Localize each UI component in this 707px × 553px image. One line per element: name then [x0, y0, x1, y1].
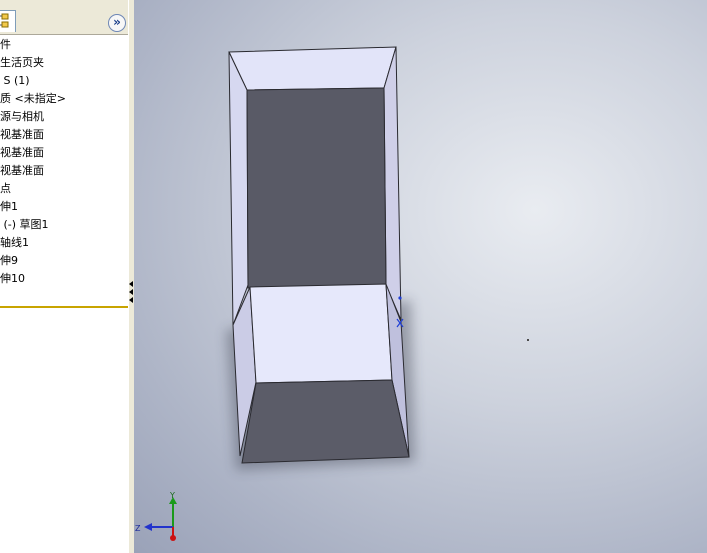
- collapse-arrow-icon[interactable]: [129, 289, 133, 295]
- tree-item[interactable]: 伸9: [0, 252, 128, 270]
- feature-tree: 件 生活页夹 S (1) 质 <未指定> 源与相机 视基准面 视基准面 视基准面…: [0, 36, 128, 288]
- inner-back-face: [246, 87, 387, 289]
- double-chevron-right-icon[interactable]: »: [108, 14, 126, 32]
- sketch-point[interactable]: [398, 296, 402, 300]
- tree-item[interactable]: 伸10: [0, 270, 128, 288]
- tree-item[interactable]: S (1): [0, 72, 128, 90]
- z-axis-arrow: [144, 523, 152, 531]
- rollback-bar[interactable]: [0, 306, 128, 308]
- tree-item[interactable]: 件: [0, 36, 128, 54]
- feature-manager-panel: » 件 生活页夹 S (1) 质 <未指定> 源与相机 视基准面 视基准面 视基…: [0, 0, 129, 553]
- tree-item[interactable]: 视基准面: [0, 126, 128, 144]
- collapse-arrow-icon[interactable]: [129, 297, 133, 303]
- tree-item[interactable]: 源与相机: [0, 108, 128, 126]
- y-axis-label: Y: [169, 491, 175, 500]
- model-view: Y Z: [135, 46, 415, 541]
- tree-item[interactable]: (-) 草图1: [0, 216, 128, 234]
- tree-item[interactable]: 点: [0, 180, 128, 198]
- x-axis-end: [170, 535, 176, 541]
- tree-item[interactable]: 视基准面: [0, 144, 128, 162]
- collapse-arrow-icon[interactable]: [129, 281, 133, 287]
- tree-item[interactable]: 质 <未指定>: [0, 90, 128, 108]
- tree-item[interactable]: 视基准面: [0, 162, 128, 180]
- origin-dot: [527, 339, 529, 341]
- tree-item[interactable]: 轴线1: [0, 234, 128, 252]
- lower-top-face: [249, 283, 393, 384]
- tree-item[interactable]: 伸1: [0, 198, 128, 216]
- graphics-viewport[interactable]: Y Z: [134, 0, 707, 553]
- feature-tree-icon: [0, 13, 9, 28]
- feature-manager-tab[interactable]: [0, 10, 16, 32]
- top-rim-face: [228, 46, 397, 91]
- right-wall-face: [383, 46, 402, 321]
- tree-item[interactable]: 生活页夹: [0, 54, 128, 72]
- z-axis-label: Z: [135, 524, 141, 533]
- panel-toolbar: »: [0, 0, 128, 35]
- lower-front-face: [241, 379, 410, 464]
- reference-triad: Y Z: [135, 491, 177, 541]
- left-wall-face: [228, 51, 249, 326]
